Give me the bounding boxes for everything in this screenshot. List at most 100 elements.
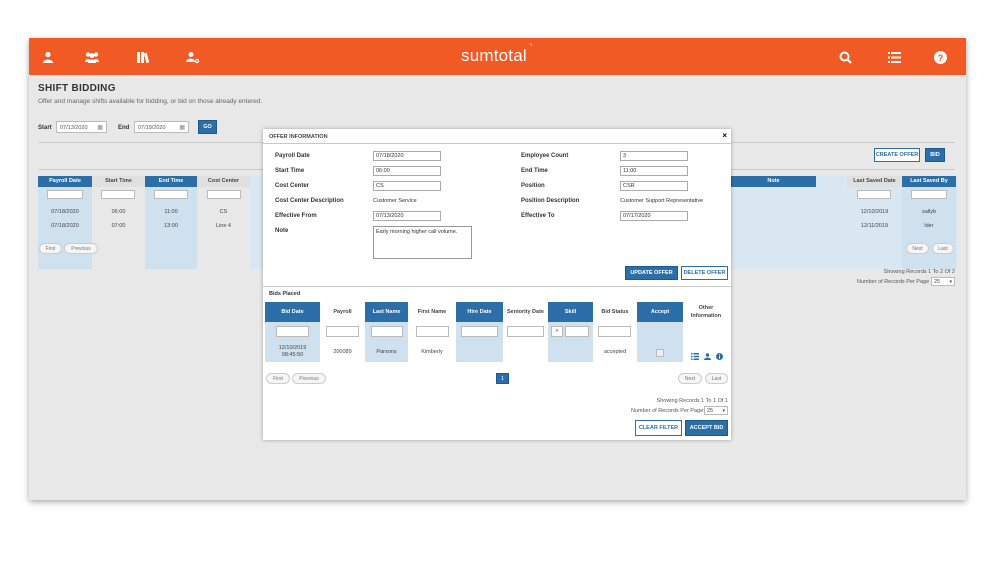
- list-details-icon[interactable]: [691, 347, 699, 365]
- position-description: Customer Support Representative: [620, 198, 704, 204]
- column-header[interactable]: Payroll Date: [38, 176, 92, 187]
- first-page-button[interactable]: First: [39, 243, 62, 254]
- records-per-page-select[interactable]: 25 ▾: [931, 277, 955, 286]
- column-header[interactable]: Bid Date: [265, 302, 320, 322]
- field-label: End Time: [521, 168, 548, 174]
- column-header[interactable]: Hire Date: [456, 302, 503, 322]
- filter-input[interactable]: [207, 190, 241, 199]
- table-cell: 06:00: [111, 209, 126, 215]
- table-cell: Kimberly: [421, 349, 443, 355]
- update-offer-button[interactable]: UPDATE OFFER: [625, 266, 678, 280]
- page-number-button[interactable]: 1: [496, 373, 509, 384]
- calendar-icon[interactable]: ▦: [97, 122, 103, 134]
- table-cell: 07/18/2020: [51, 209, 79, 215]
- field-label: Cost Center: [275, 183, 310, 189]
- field-label: Employee Count: [521, 153, 569, 159]
- last-page-button[interactable]: Last: [932, 243, 954, 254]
- field-label: Start Time: [275, 168, 305, 174]
- column-header[interactable]: Last Saved By: [902, 176, 956, 187]
- bids-placed-label: Bids Placed: [269, 291, 301, 297]
- filter-input[interactable]: [598, 326, 631, 337]
- column-header[interactable]: Last Name: [365, 302, 408, 322]
- previous-page-button[interactable]: Previous: [64, 243, 98, 254]
- employee-count-input[interactable]: 3: [620, 151, 688, 161]
- position-input[interactable]: CSR: [620, 181, 688, 191]
- records-per-page-label: Number of Records Per Page: [857, 279, 930, 285]
- column-header[interactable]: Accept: [637, 302, 683, 322]
- column-header[interactable]: End Time: [145, 176, 197, 187]
- go-button[interactable]: GO: [198, 120, 217, 134]
- clear-filter-button[interactable]: CLEAR FILTER: [635, 420, 682, 436]
- column-header[interactable]: Bid Status: [593, 302, 637, 322]
- column-header[interactable]: Skill: [548, 302, 593, 322]
- filter-input[interactable]: [154, 190, 188, 199]
- filter-input[interactable]: [416, 326, 449, 337]
- skill-operator-select[interactable]: >: [551, 326, 563, 337]
- filter-input[interactable]: [47, 190, 83, 199]
- table-cell: 200089: [333, 349, 352, 355]
- start-time-input[interactable]: 06:00: [373, 166, 441, 176]
- filter-input[interactable]: [857, 190, 891, 199]
- last-page-button[interactable]: Last: [705, 373, 728, 384]
- svg-text:?: ?: [937, 53, 943, 63]
- filter-input[interactable]: [507, 326, 544, 337]
- effective-to-input[interactable]: 07/17/2020: [620, 211, 688, 221]
- records-summary: Showing Records 1 To 2 Of 2: [883, 269, 955, 275]
- create-offer-button[interactable]: CREATE OFFER: [874, 148, 920, 162]
- first-page-button[interactable]: First: [266, 373, 290, 384]
- column-header[interactable]: Last Saved Date: [847, 176, 902, 187]
- next-page-button[interactable]: Next: [678, 373, 702, 384]
- filter-input[interactable]: [276, 326, 309, 337]
- payroll-date-input[interactable]: 07/18/2020: [373, 151, 441, 161]
- end-date-input[interactable]: 07/19/2020 ▦: [134, 121, 189, 133]
- filter-input[interactable]: [461, 326, 498, 337]
- offer-information-modal: OFFER INFORMATION × Payroll Date 07/18/2…: [263, 129, 731, 440]
- skill-filter-input[interactable]: [565, 326, 589, 337]
- divider: [263, 286, 731, 287]
- start-date-input[interactable]: 07/13/2020 ▦: [56, 121, 107, 133]
- modal-title: OFFER INFORMATION: [269, 134, 328, 140]
- table-cell: lder: [924, 223, 934, 229]
- delete-offer-button[interactable]: DELETE OFFER: [681, 266, 728, 280]
- next-page-button[interactable]: Next: [906, 243, 929, 254]
- filter-input[interactable]: [101, 190, 135, 199]
- info-icon[interactable]: [716, 347, 723, 365]
- help-icon[interactable]: ?: [930, 47, 950, 67]
- previous-page-button[interactable]: Previous: [292, 373, 326, 384]
- library-icon[interactable]: [134, 47, 154, 67]
- filter-input[interactable]: [326, 326, 359, 337]
- column-header[interactable]: First Name: [408, 302, 456, 322]
- group-icon[interactable]: [82, 47, 102, 67]
- records-per-page-select[interactable]: 25 ▾: [704, 406, 728, 415]
- note-textarea[interactable]: Early morning higher call volume.: [373, 226, 472, 259]
- user-icon[interactable]: [38, 47, 58, 67]
- user-profile-icon[interactable]: [704, 347, 711, 365]
- column-header[interactable]: Start Time: [92, 176, 145, 187]
- column-header[interactable]: Cost Center: [197, 176, 250, 187]
- effective-from-input[interactable]: 07/13/2020: [373, 211, 441, 221]
- field-label: Cost Center Description: [275, 198, 344, 204]
- cost-center-input[interactable]: CS: [373, 181, 441, 191]
- filter-input[interactable]: [911, 190, 947, 199]
- calendar-icon[interactable]: ▦: [179, 122, 185, 134]
- end-time-input[interactable]: 11:00: [620, 166, 688, 176]
- field-label: Effective To: [521, 213, 555, 219]
- filter-input[interactable]: [371, 326, 403, 337]
- list-icon[interactable]: [884, 47, 904, 67]
- accept-checkbox[interactable]: [656, 349, 664, 357]
- table-cell: CS: [219, 209, 228, 215]
- accept-bid-button[interactable]: ACCEPT BID: [685, 420, 728, 436]
- table-cell: Parsons: [376, 349, 397, 355]
- field-label: Position: [521, 183, 545, 189]
- bid-button[interactable]: BID: [925, 148, 945, 162]
- close-icon[interactable]: ×: [722, 131, 727, 140]
- user-settings-icon[interactable]: [183, 47, 203, 67]
- table-cell: 07/18/2020: [51, 223, 79, 229]
- column-header[interactable]: Payroll: [320, 302, 365, 322]
- column-header[interactable]: Seniority Date: [503, 302, 548, 322]
- brand-logo: sumtotal: [461, 46, 527, 65]
- records-per-page-label: Number of Records Per Page: [631, 408, 704, 414]
- search-icon[interactable]: [835, 47, 855, 67]
- column-header[interactable]: Note: [731, 176, 816, 187]
- table-cell: 11:00: [164, 209, 178, 215]
